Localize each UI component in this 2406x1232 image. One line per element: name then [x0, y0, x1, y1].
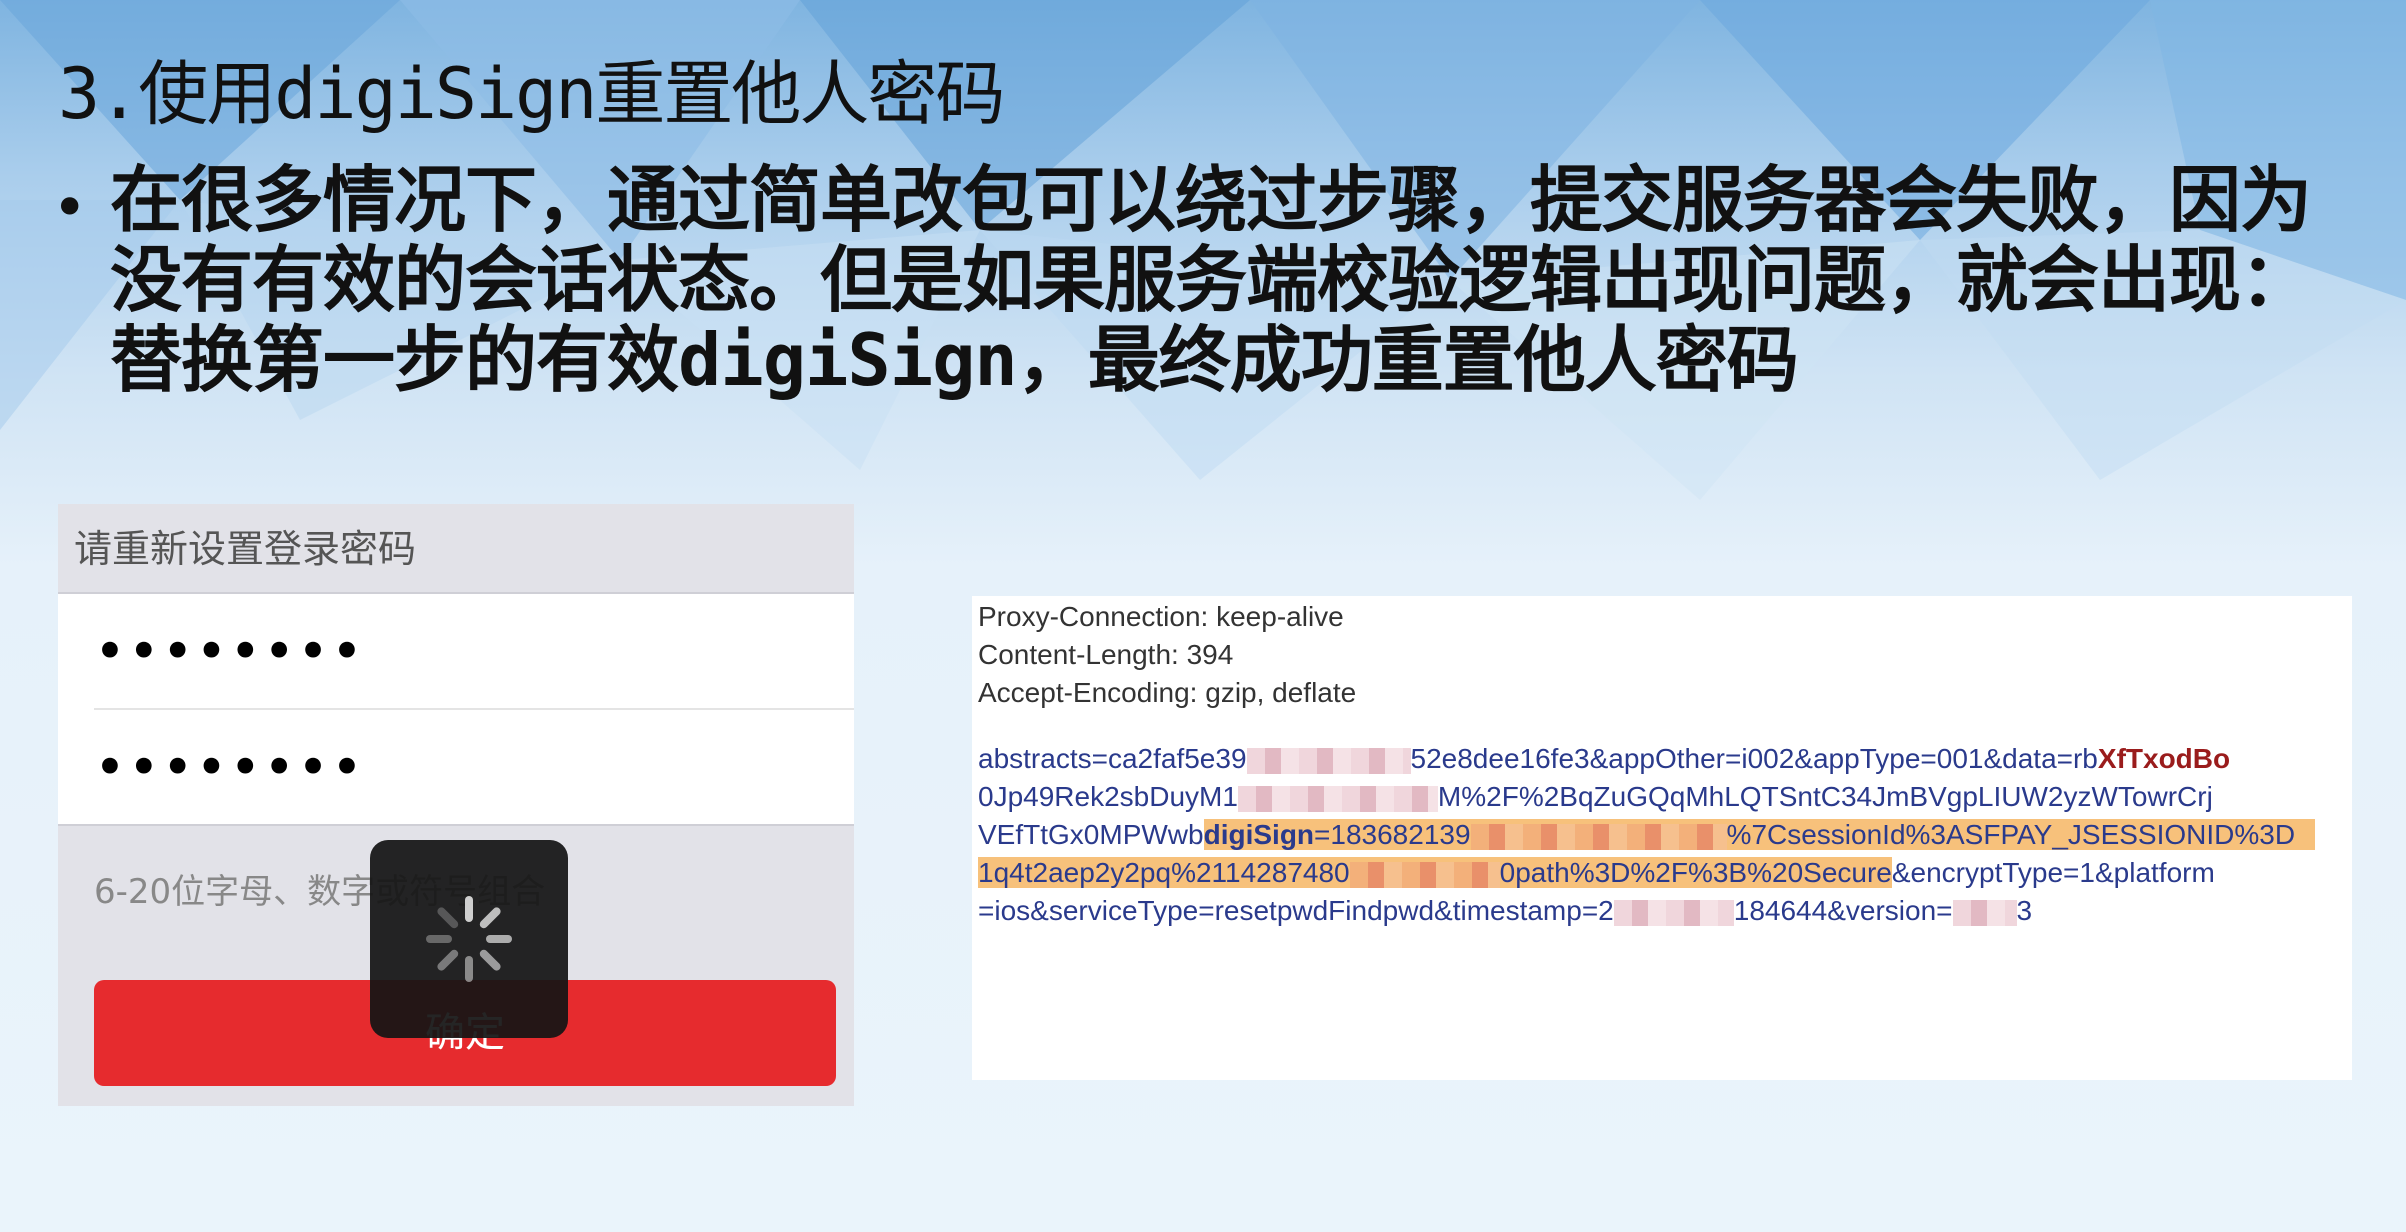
redacted-value — [1237, 785, 1438, 812]
header-proxy-connection: Proxy-Connection: keep-alive — [978, 601, 1344, 632]
redacted-value — [1246, 747, 1411, 774]
body-text: M%2F%2BqZuGQqMhLQTSntC34JmBVgpLIUW2yzWTo… — [1437, 781, 2213, 812]
request-body-line-5: =ios&serviceType=resetpwdFindpwd&timesta… — [978, 892, 2032, 930]
screen-header: 请重新设置登录密码 — [58, 504, 854, 594]
body-text: 0Jp49Rek2sbDuyM1 — [978, 781, 1238, 812]
slide-title: 3.使用digiSign重置他人密码 — [58, 53, 1005, 135]
body-text: 1q4t2aep2y2pq%2114287480 — [978, 857, 1350, 888]
confirm-password-field[interactable]: •••••••• — [58, 710, 854, 826]
redacted-value — [1470, 823, 1727, 850]
header-content-length: Content-Length: 394 — [978, 639, 1234, 670]
redacted-value — [1613, 899, 1734, 926]
reset-password-screen: 请重新设置登录密码 •••••••• •••••••• 6-20位字母、数字或符… — [58, 504, 854, 1106]
body-text: 184644&version= — [1733, 895, 1953, 926]
body-text-red: XfTxodBo — [2097, 743, 2231, 774]
bullet-text: 在很多情况下，通过简单改包可以绕过步骤，提交服务器会失败，因为没有有效的会话状态… — [110, 158, 2312, 402]
loading-overlay — [370, 840, 568, 1038]
body-text: 0path%3D%2F%3B%20Secure — [1499, 857, 1892, 888]
header-accept-encoding: Accept-Encoding: gzip, deflate — [978, 677, 1357, 708]
body-text: VEfTtGx0MPWwb — [978, 819, 1204, 850]
redacted-value — [1349, 861, 1500, 888]
new-password-field[interactable]: •••••••• — [58, 594, 854, 710]
request-body-line-1: abstracts=ca2faf5e39 52e8dee16fe3&appOthe… — [978, 740, 2230, 778]
body-text: %7CsessionId%3ASFPAY_JSESSIONID%3D — [1726, 819, 2296, 850]
body-text: =ios&serviceType=resetpwdFindpwd&timesta… — [978, 895, 1614, 926]
http-request-panel: Proxy-Connection: keep-alive Content-Len… — [972, 596, 2352, 1080]
bullet-dot-icon: • — [52, 173, 88, 243]
request-body-line-4: 1q4t2aep2y2pq%2114287480 0path%3D%2F%3B%2… — [978, 854, 2215, 892]
body-text: =183682139 — [1314, 819, 1471, 850]
body-text: 3 — [2016, 895, 2033, 926]
body-text: abstracts=ca2faf5e39 — [978, 743, 1247, 774]
request-body-line-2: 0Jp49Rek2sbDuyM1 M%2F%2BqZuGQqMhLQTSntC34… — [978, 778, 2213, 816]
request-body-line-3: VEfTtGx0MPWwbdigiSign=183682139 %7Csessio… — [978, 816, 2316, 854]
body-text: &encryptType=1&platform — [1891, 857, 2215, 888]
digisign-param: digiSign — [1203, 819, 1315, 850]
body-text: 52e8dee16fe3&appOther=i002&appType=001&d… — [1410, 743, 2098, 774]
spinner-icon — [426, 896, 512, 982]
redacted-value — [1952, 899, 2017, 926]
